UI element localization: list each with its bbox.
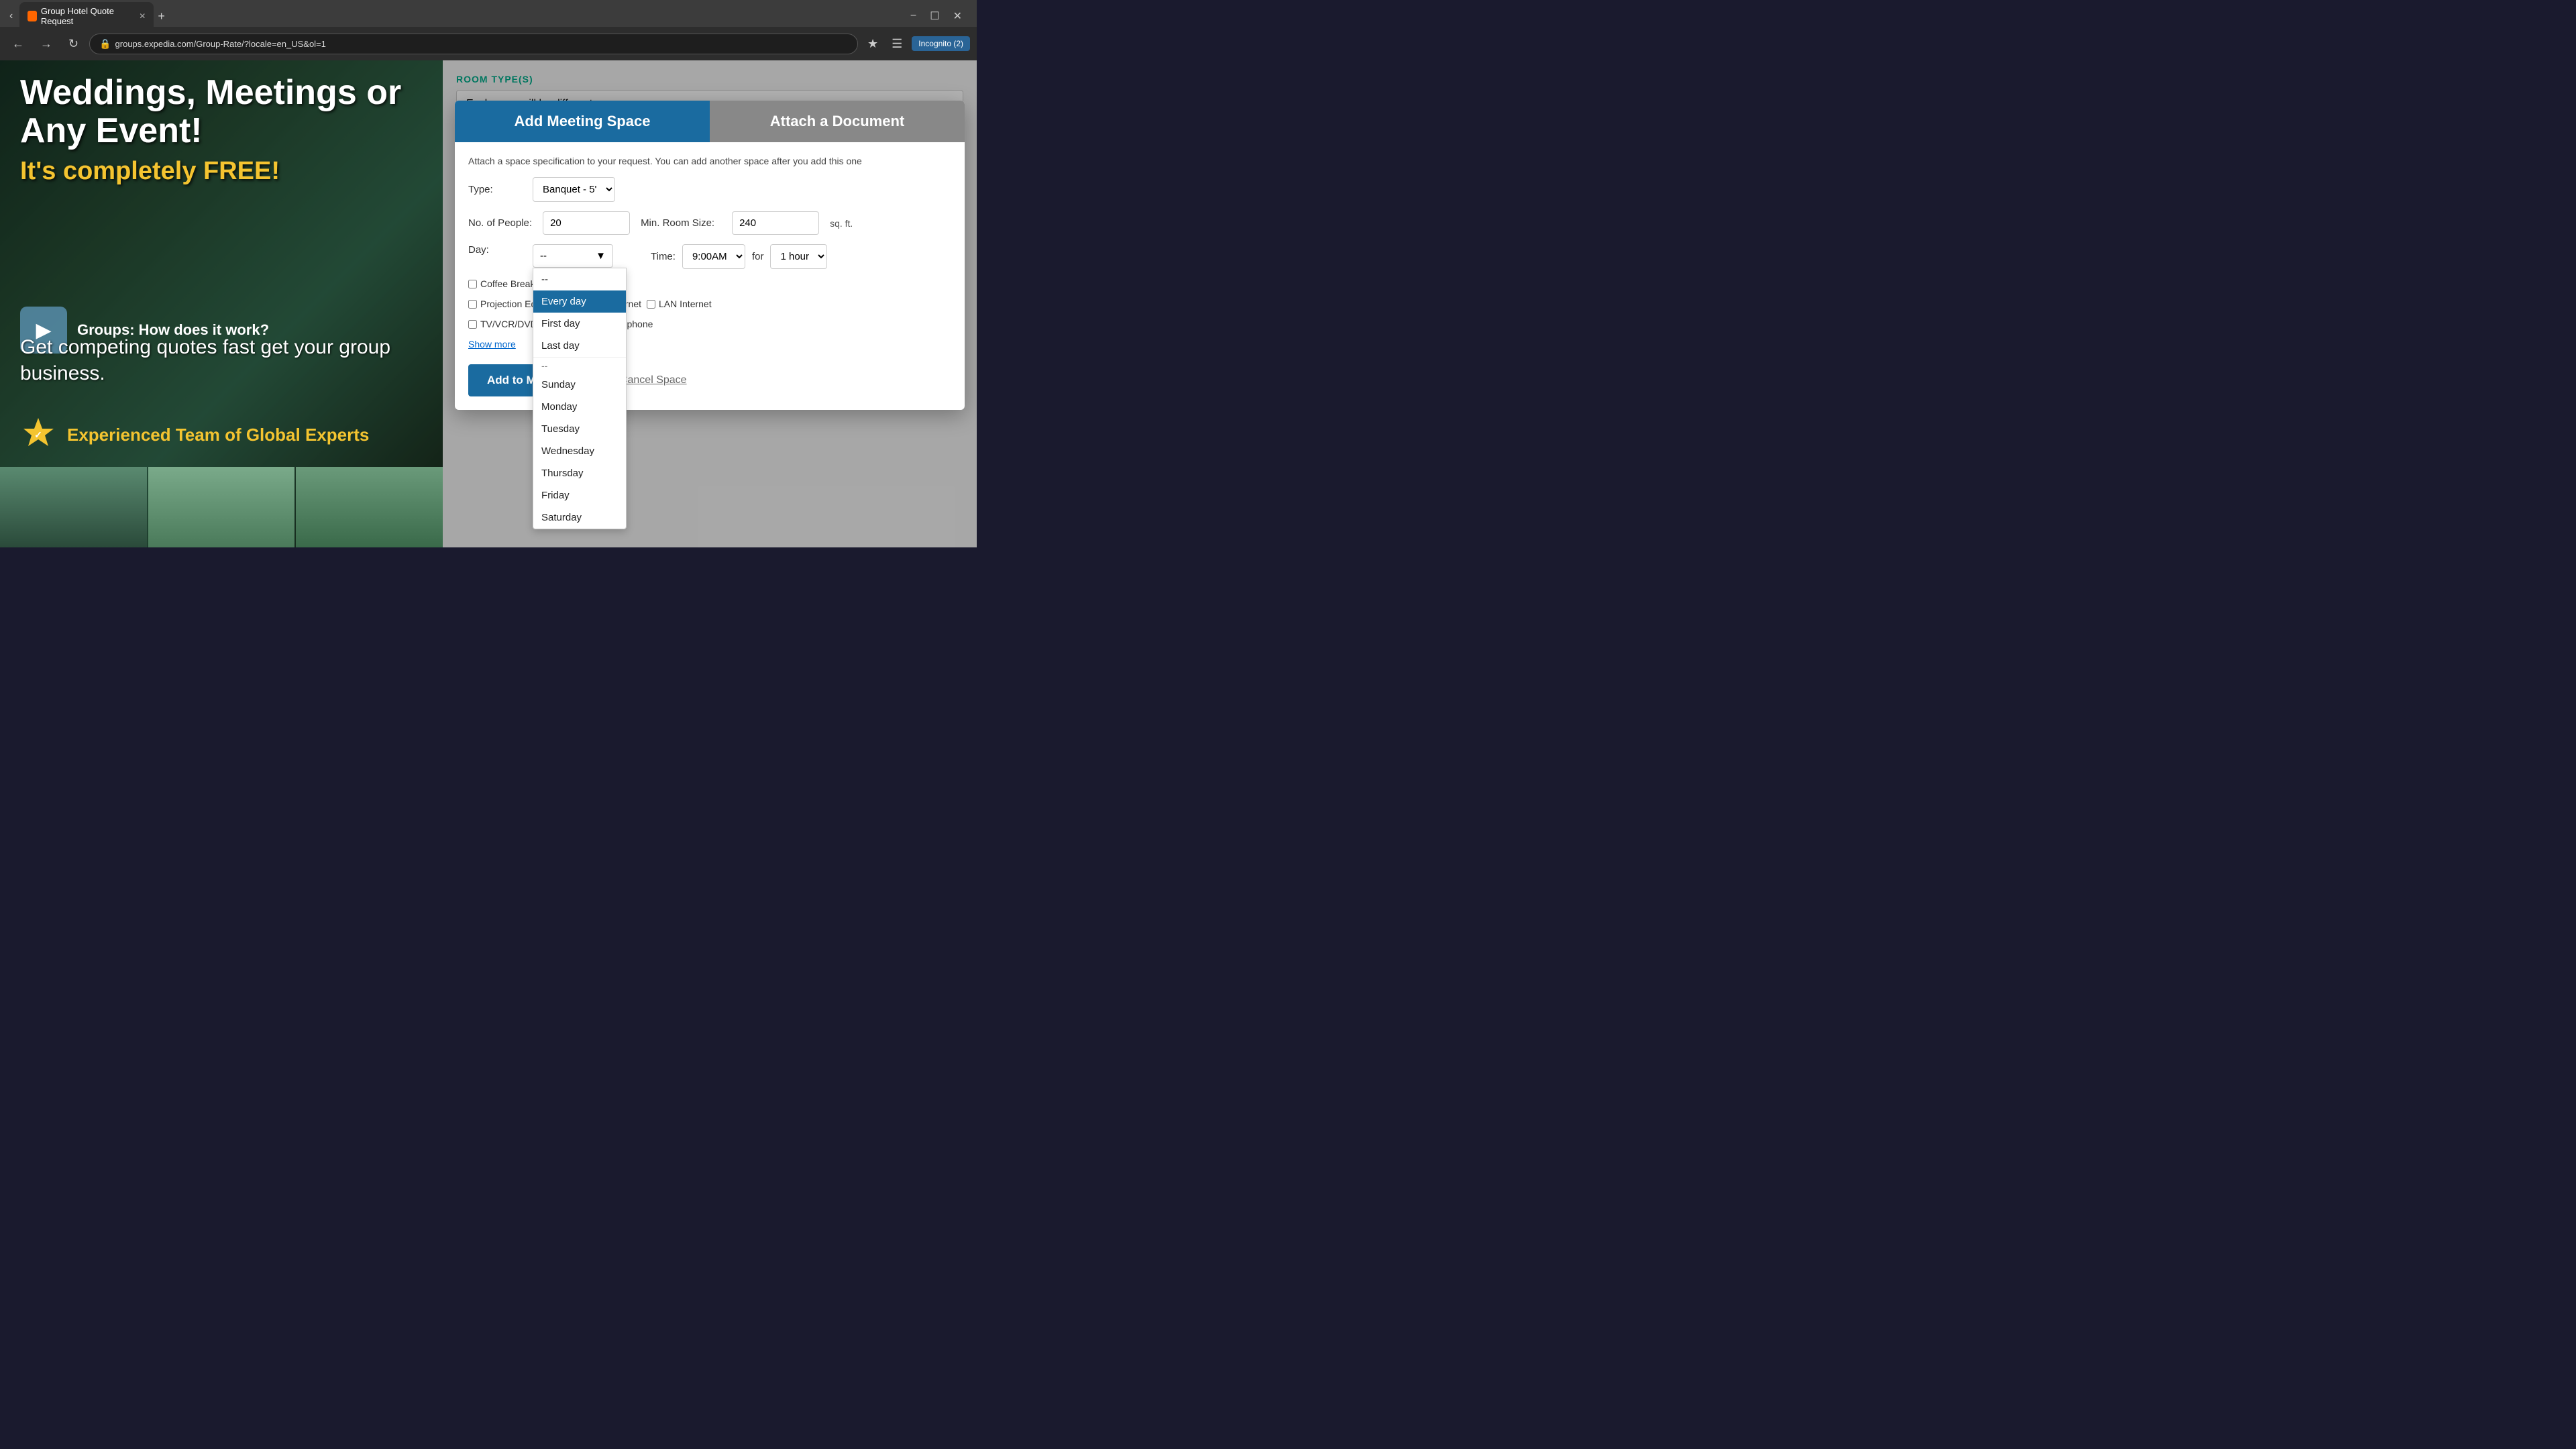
main-content: Weddings, Meetings or Any Event! It's co… — [0, 60, 977, 547]
room-size-label: Min. Room Size: — [641, 217, 721, 229]
dropdown-item-sunday[interactable]: Sunday — [533, 374, 626, 396]
day-dropdown-list: -- Every day First day Last day -- Sunda… — [533, 268, 627, 529]
checkbox-tvvcr: TV/VCR/DVD — [468, 319, 537, 329]
hero-title: Weddings, Meetings or Any Event! — [20, 74, 423, 150]
bottom-img-3 — [296, 467, 443, 547]
people-label: No. of People: — [468, 217, 532, 229]
time-select[interactable]: 9:00AM — [682, 244, 745, 269]
extensions-button[interactable]: ☰ — [888, 34, 906, 54]
dropdown-item-last-day[interactable]: Last day — [533, 335, 626, 357]
dropdown-separator: -- — [533, 357, 626, 374]
badge-icon: ✓ — [20, 417, 57, 453]
hero-panel: Weddings, Meetings or Any Event! It's co… — [0, 60, 443, 547]
tab-title: Group Hotel Quote Request — [41, 6, 132, 26]
tab-attach-document[interactable]: Attach a Document — [710, 101, 965, 142]
tab-favicon — [28, 11, 37, 21]
modal-tabs: Add Meeting Space Attach a Document — [455, 101, 965, 142]
show-more-link[interactable]: Show more — [468, 339, 516, 350]
tab-bar: ‹ Group Hotel Quote Request ✕ + − ☐ ✕ — [0, 0, 977, 27]
url-text: groups.expedia.com/Group-Rate/?locale=en… — [115, 39, 326, 49]
cancel-space-button[interactable]: Cancel Space — [620, 374, 687, 386]
projection-checkbox[interactable] — [468, 300, 477, 309]
minimize-button[interactable]: − — [906, 8, 920, 24]
day-chevron-icon: ▼ — [596, 250, 606, 262]
dropdown-item-thursday[interactable]: Thursday — [533, 462, 626, 484]
tvvcr-checkbox[interactable] — [468, 320, 477, 329]
dropdown-item-tuesday[interactable]: Tuesday — [533, 418, 626, 440]
experts-text: Experienced Team of Global Experts — [67, 425, 369, 445]
day-select-value: -- — [540, 250, 547, 262]
time-label: Time: — [651, 251, 676, 262]
dropdown-item-saturday[interactable]: Saturday — [533, 506, 626, 529]
browser-chrome: ‹ Group Hotel Quote Request ✕ + − ☐ ✕ ← … — [0, 0, 977, 60]
dropdown-item-friday[interactable]: Friday — [533, 484, 626, 506]
day-select-display[interactable]: -- ▼ — [533, 244, 613, 268]
dropdown-item-every-day[interactable]: Every day — [533, 290, 626, 313]
dropdown-item-wednesday[interactable]: Wednesday — [533, 440, 626, 462]
tab-add-meeting-space[interactable]: Add Meeting Space — [455, 101, 710, 142]
room-size-unit: sq. ft. — [830, 218, 853, 229]
dropdown-item-blank[interactable]: -- — [533, 268, 626, 290]
coffee-label: Coffee Break — [480, 278, 535, 289]
tab-nav-back[interactable]: ‹ — [5, 9, 17, 23]
type-select[interactable]: Banquet - 5' — [533, 177, 615, 202]
tvvcr-label: TV/VCR/DVD — [480, 319, 537, 329]
add-meeting-space-modal: Add Meeting Space Attach a Document Atta… — [455, 101, 965, 410]
hero-free-text: It's completely FREE! — [20, 157, 423, 186]
modal-description: Attach a space specification to your req… — [468, 156, 951, 166]
people-input[interactable] — [543, 211, 630, 235]
dropdown-item-first-day[interactable]: First day — [533, 313, 626, 335]
time-row: Time: 9:00AM for 1 hour — [651, 244, 827, 269]
competing-quotes: Get competing quotes fast get your group… — [20, 334, 423, 386]
address-bar: ← → ↻ 🔒 groups.expedia.com/Group-Rate/?l… — [0, 27, 977, 60]
people-roomsize-row: No. of People: Min. Room Size: sq. ft. — [468, 211, 951, 235]
incognito-profile-button[interactable]: Incognito (2) — [912, 36, 970, 51]
bottom-img-1 — [0, 467, 147, 547]
room-size-input[interactable] — [732, 211, 819, 235]
for-label: for — [752, 251, 764, 262]
mid-section: Get competing quotes fast get your group… — [20, 334, 423, 386]
type-label: Type: — [468, 184, 522, 195]
bottom-images — [0, 467, 443, 547]
lan-checkbox[interactable] — [647, 300, 655, 309]
modal-body: Attach a space specification to your req… — [455, 142, 965, 410]
url-bar[interactable]: 🔒 groups.expedia.com/Group-Rate/?locale=… — [89, 34, 858, 54]
new-tab-button[interactable]: + — [158, 9, 165, 23]
active-tab[interactable]: Group Hotel Quote Request ✕ — [19, 2, 154, 30]
day-time-row: Day: -- ▼ -- Every day First day — [468, 244, 951, 269]
lan-label: LAN Internet — [659, 299, 712, 309]
checkbox-lan: LAN Internet — [647, 299, 712, 309]
tab-close-button[interactable]: ✕ — [139, 11, 146, 21]
hero-text: Weddings, Meetings or Any Event! It's co… — [0, 60, 443, 367]
refresh-button[interactable]: ↻ — [63, 34, 84, 54]
day-dropdown-wrapper: -- ▼ -- Every day First day Last day -- … — [533, 244, 613, 268]
day-label: Day: — [468, 244, 522, 256]
type-row: Type: Banquet - 5' — [468, 177, 951, 202]
maximize-button[interactable]: ☐ — [926, 8, 943, 24]
duration-select[interactable]: 1 hour — [770, 244, 827, 269]
right-panel: ROOM TYPE(S) Each room will be different… — [443, 60, 977, 547]
close-button[interactable]: ✕ — [949, 8, 966, 24]
checkbox-coffee: Coffee Break — [468, 278, 535, 289]
modal-overlay: Add Meeting Space Attach a Document Atta… — [443, 60, 977, 547]
bottom-img-2 — [148, 467, 295, 547]
experts-section: ✓ Experienced Team of Global Experts — [20, 417, 369, 453]
coffee-checkbox[interactable] — [468, 280, 477, 288]
svg-text:✓: ✓ — [34, 429, 42, 440]
dropdown-item-monday[interactable]: Monday — [533, 396, 626, 418]
bookmark-button[interactable]: ★ — [863, 34, 882, 54]
window-controls: − ☐ ✕ — [906, 8, 971, 24]
back-button[interactable]: ← — [7, 34, 30, 54]
forward-button[interactable]: → — [35, 34, 58, 54]
